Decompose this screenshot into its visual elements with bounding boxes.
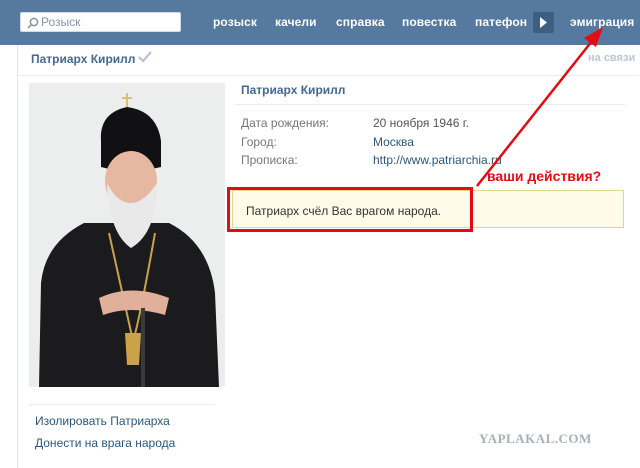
profile-name-divider xyxy=(235,104,625,105)
nav-item-patefon[interactable]: патефон xyxy=(475,15,527,29)
more-menu-button[interactable] xyxy=(533,12,554,33)
page-title: Патриарх Кирилл xyxy=(31,52,136,66)
watermark: YAPLAKAL.COM xyxy=(479,431,592,446)
search-icon xyxy=(27,16,39,29)
nav-item-rozysk[interactable]: розыск xyxy=(213,15,257,29)
page-header: Патриарх Кирилл на связи xyxy=(18,45,639,76)
nav-item-spravka[interactable]: справка xyxy=(336,15,385,29)
isolate-link[interactable]: Изолировать Патриарха xyxy=(35,414,170,428)
nav-item-kacheli[interactable]: качели xyxy=(275,15,317,29)
report-enemy-link[interactable]: Донести на врага народа xyxy=(35,436,175,450)
registration-link[interactable]: http://www.patriarchia.ru xyxy=(373,153,502,167)
birth-date-label: Дата рождения: xyxy=(241,116,329,130)
registration-label: Прописка: xyxy=(241,153,298,167)
online-status: на связи xyxy=(588,52,636,64)
profile-name: Патриарх Кирилл xyxy=(241,83,346,97)
annotation-text: ваши действия? xyxy=(487,168,602,184)
sidebar-divider xyxy=(29,404,215,405)
nav-item-emigratsiya[interactable]: эмиграция xyxy=(570,15,634,29)
profile-photo[interactable] xyxy=(29,83,225,387)
birth-date-value: 20 ноября 1946 г. xyxy=(373,116,469,130)
search-input[interactable]: Розыск xyxy=(20,12,181,32)
nav-item-povestka[interactable]: повестка xyxy=(402,15,456,29)
search-placeholder: Розыск xyxy=(41,15,81,29)
top-bar: Розыск розыск качели справка повестка па… xyxy=(0,0,640,45)
city-value[interactable]: Москва xyxy=(373,135,414,149)
verified-check-icon xyxy=(138,51,152,63)
annotation-frame xyxy=(227,187,473,232)
city-label: Город: xyxy=(241,135,277,149)
play-arrow-icon xyxy=(540,17,547,28)
